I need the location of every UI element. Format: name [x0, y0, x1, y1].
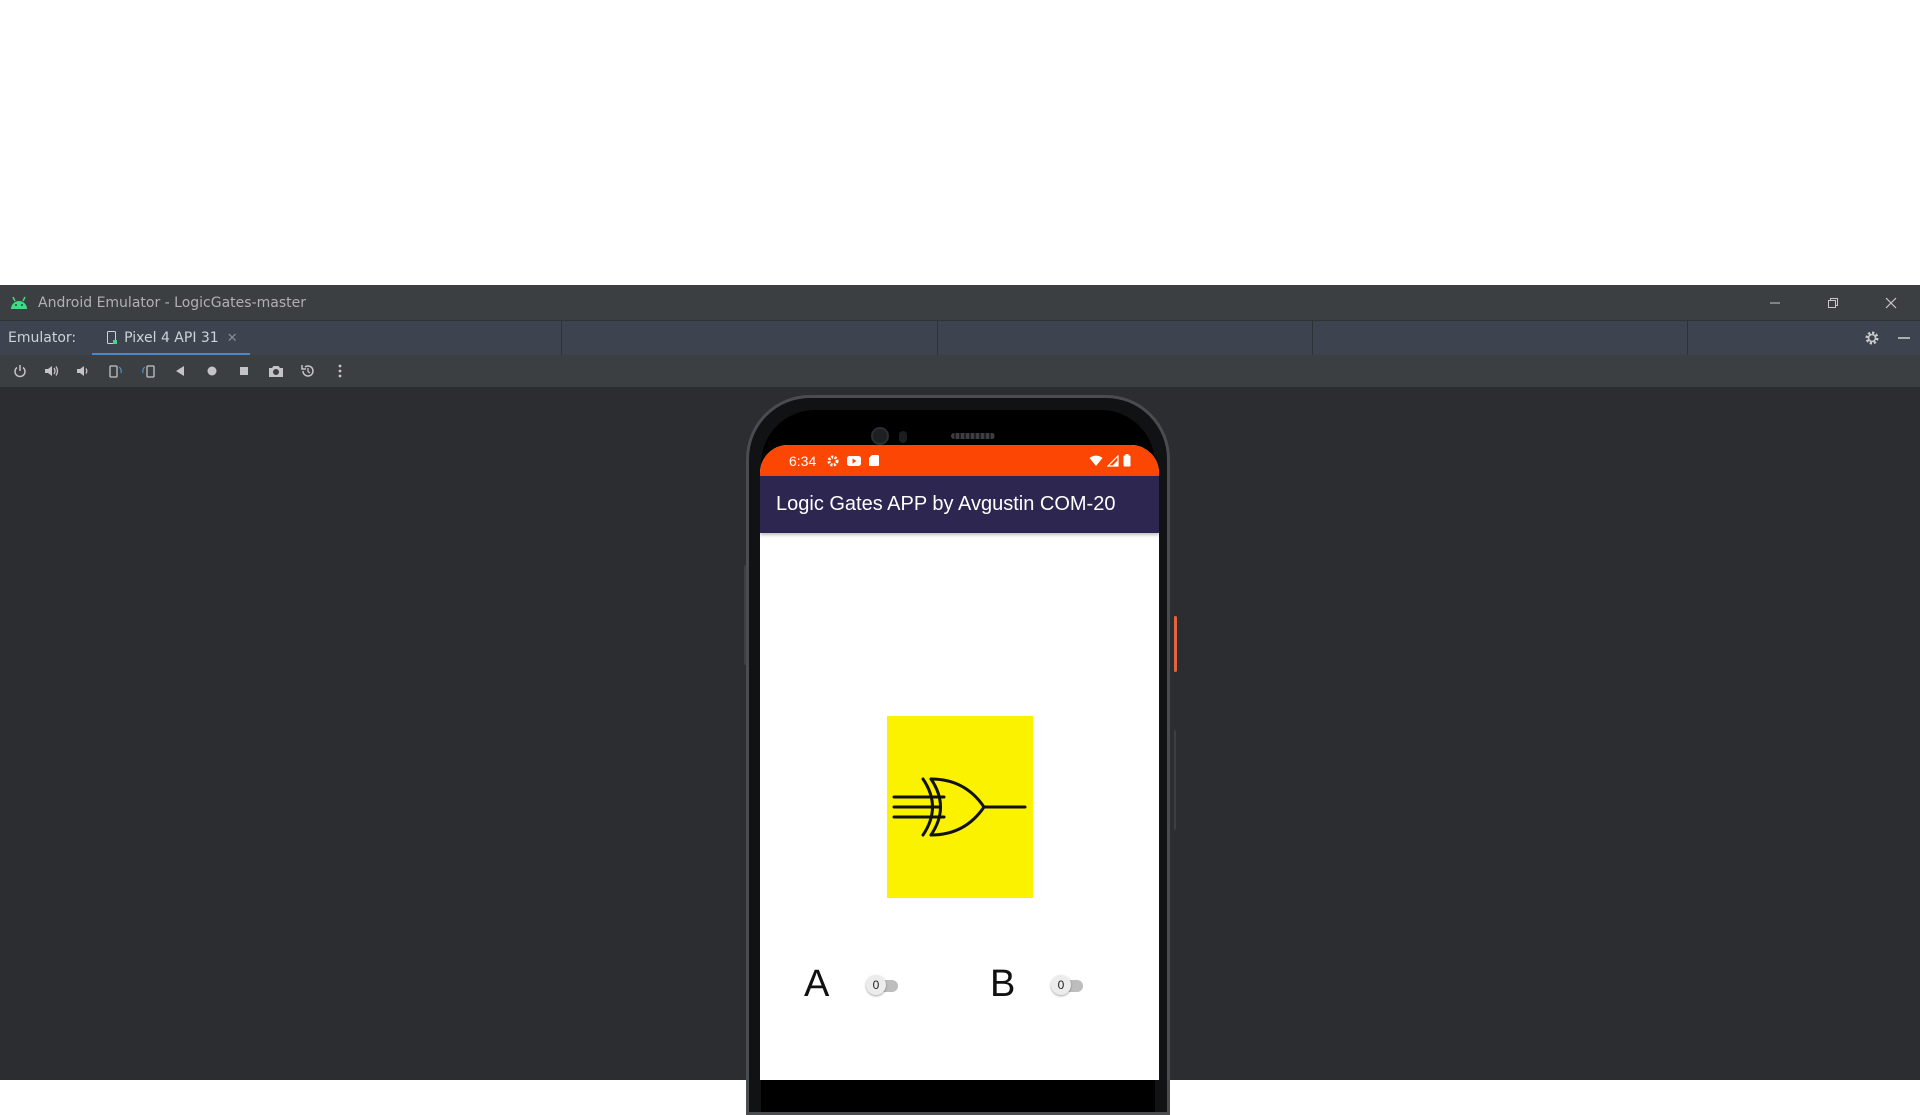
- power-side-button: [1174, 616, 1177, 672]
- tab-label: Pixel 4 API 31: [124, 330, 219, 346]
- overview-button[interactable]: [228, 355, 260, 387]
- xor-gate-icon: [892, 777, 1027, 837]
- device-tab-bar: Emulator: Pixel 4 API 31 ✕: [0, 320, 1920, 356]
- more-vertical-icon: [338, 364, 342, 378]
- battery-icon: [1123, 454, 1131, 467]
- gear-icon: [1865, 331, 1879, 344]
- emulator-label: Emulator:: [8, 330, 77, 346]
- restore-icon: [1828, 297, 1838, 308]
- minimize-button[interactable]: [1746, 285, 1804, 320]
- window-controls: [1746, 285, 1920, 320]
- input-a-switch[interactable]: 0: [866, 975, 900, 995]
- volume-side-button: [1174, 730, 1176, 830]
- input-b-label: B: [990, 963, 1016, 1005]
- device-icon: [106, 331, 118, 345]
- proximity-sensor: [899, 431, 907, 443]
- home-button[interactable]: [196, 355, 228, 387]
- settings-button[interactable]: [1856, 320, 1888, 355]
- tab-divider: [561, 320, 562, 355]
- minus-icon: [1898, 336, 1910, 339]
- emulator-toolbar: [0, 355, 1920, 387]
- title-bar: Android Emulator - LogicGates-master: [0, 285, 1920, 320]
- input-b-switch[interactable]: 0: [1051, 975, 1085, 995]
- snapshot-button[interactable]: [292, 355, 324, 387]
- hide-panel-button[interactable]: [1888, 320, 1920, 355]
- overview-icon: [240, 367, 248, 375]
- rotate-left-icon: [109, 365, 122, 378]
- volume-down-icon: [77, 366, 88, 376]
- app-title: Logic Gates APP by Avgustin COM-20: [776, 493, 1116, 515]
- front-camera-icon: [871, 427, 889, 445]
- more-button[interactable]: [324, 355, 356, 387]
- switch-b-value: 0: [1057, 978, 1065, 992]
- cell-signal-icon: [1107, 454, 1119, 467]
- close-window-button[interactable]: [1862, 285, 1920, 320]
- volume-up-button[interactable]: [36, 355, 68, 387]
- left-side-button: [744, 565, 746, 665]
- back-icon: [176, 366, 184, 376]
- rotate-right-icon: [142, 365, 155, 378]
- snapshot-history-icon: [301, 365, 314, 377]
- desktop-blank-area: [0, 0, 1920, 285]
- tab-divider: [1312, 320, 1313, 355]
- status-system-icons: [1089, 445, 1131, 476]
- switch-thumb: 0: [866, 975, 886, 995]
- app-bar: Logic Gates APP by Avgustin COM-20: [760, 476, 1159, 533]
- volume-up-icon: [45, 366, 59, 376]
- close-icon: [1885, 297, 1897, 308]
- back-button[interactable]: [164, 355, 196, 387]
- tab-divider: [937, 320, 938, 355]
- power-icon: [14, 365, 26, 378]
- home-icon: [207, 366, 217, 376]
- xor-gate-image: [887, 716, 1033, 898]
- android-logo-icon: [8, 292, 30, 314]
- screenshot-button[interactable]: [260, 355, 292, 387]
- rotate-left-button[interactable]: [100, 355, 132, 387]
- status-time: 6:34: [789, 452, 817, 469]
- tabbar-actions: [1856, 320, 1920, 355]
- switch-a-value: 0: [872, 978, 880, 992]
- restore-button[interactable]: [1804, 285, 1862, 320]
- window-title: Android Emulator - LogicGates-master: [38, 294, 307, 311]
- switch-thumb: 0: [1051, 975, 1071, 995]
- volume-down-button[interactable]: [68, 355, 100, 387]
- tab-close-icon[interactable]: ✕: [227, 331, 238, 346]
- settings-notification-icon: [827, 455, 839, 466]
- phone-screen[interactable]: 6:34 Logic Gates APP by Avgustin COM-20: [760, 445, 1159, 1080]
- power-button[interactable]: [4, 355, 36, 387]
- sd-card-notification-icon: [869, 455, 880, 466]
- android-status-bar: 6:34: [760, 445, 1159, 476]
- minimize-icon: [1770, 302, 1780, 303]
- tab-divider: [1687, 320, 1688, 355]
- camera-icon: [269, 366, 283, 377]
- input-a-label: A: [804, 963, 830, 1005]
- wifi-icon: [1089, 455, 1103, 466]
- youtube-notification-icon: [847, 455, 862, 466]
- tab-pixel-4-api-31[interactable]: Pixel 4 API 31 ✕: [92, 321, 250, 356]
- status-notification-icons: [826, 454, 880, 468]
- rotate-right-button[interactable]: [132, 355, 164, 387]
- earpiece-speaker: [951, 433, 995, 439]
